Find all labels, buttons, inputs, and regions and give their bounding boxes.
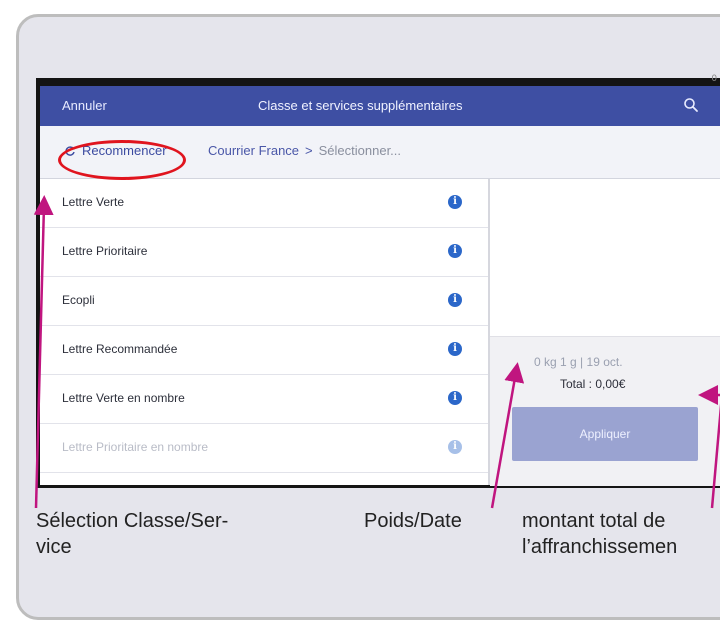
list-item-label: Lettre Prioritaire en nombre: [62, 440, 209, 454]
annotation-total: montant total de l’affranchissemen: [522, 508, 720, 560]
list-item-lettre-prioritaire-en-nombre[interactable]: Lettre Prioritaire en nombre i: [40, 424, 488, 473]
app-header: Annuler Classe et services supplémentair…: [40, 86, 720, 126]
list-item-lettre-prioritaire[interactable]: Lettre Prioritaire i: [40, 228, 488, 277]
date-value: 19 oct.: [586, 355, 623, 369]
annotation-selection-text: Sélection Classe/Ser- vice: [36, 510, 229, 558]
info-icon[interactable]: i: [448, 391, 462, 405]
list-item-label: Ecopli: [62, 293, 95, 307]
total-amount: Total : 0,00€: [560, 377, 626, 391]
list-item-lettre-recommandee[interactable]: Lettre Recommandée i: [40, 326, 488, 375]
annotation-weight-date: Poids/Date: [364, 508, 462, 534]
annotation-selection: Sélection Classe/Ser- vice: [36, 508, 276, 560]
list-item-label: Lettre Verte: [62, 195, 125, 209]
weight-date-readout: 0 kg 1 g | 19 oct.: [534, 355, 623, 369]
breadcrumb-separator: >: [305, 143, 313, 158]
page-title: Classe et services supplémentaires: [258, 98, 463, 113]
list-item-label: Lettre Verte en nombre: [62, 391, 185, 405]
breadcrumb-item-current: Sélectionner...: [318, 143, 402, 158]
summary-panel: 0 kg 1 g | 19 oct. Total : 0,00€ Appliqu…: [490, 336, 720, 486]
search-icon[interactable]: [682, 96, 700, 114]
breadcrumb-item-courrier-france[interactable]: Courrier France: [208, 143, 299, 158]
list-item-label: Lettre Prioritaire: [62, 244, 148, 258]
weight-value: 0 kg 1 g: [534, 355, 577, 369]
cancel-button[interactable]: Annuler: [62, 98, 107, 113]
info-icon[interactable]: i: [448, 440, 462, 454]
breadcrumb-trail: Courrier France > Sélectionner...: [208, 143, 401, 158]
info-icon[interactable]: i: [448, 342, 462, 356]
class-list: Lettre Verte i Lettre Prioritaire i Ecop…: [40, 179, 488, 485]
status-bar: 0 ▪: [36, 74, 720, 86]
info-icon[interactable]: i: [448, 195, 462, 209]
status-indicator: 0 ▪: [711, 74, 720, 84]
info-icon[interactable]: i: [448, 244, 462, 258]
tablet-screen: 0 ▪ Annuler Classe et services supplémen…: [36, 74, 720, 488]
info-icon[interactable]: i: [448, 293, 462, 307]
list-item-label: Lettre Recommandée: [62, 342, 178, 356]
highlight-circle: [58, 140, 186, 180]
list-item-lettre-verte[interactable]: Lettre Verte i: [40, 179, 488, 228]
list-item-ecopli[interactable]: Ecopli i: [40, 277, 488, 326]
apply-button[interactable]: Appliquer: [512, 407, 698, 461]
annotation-total-text: montant total de l’affranchissemen: [522, 510, 678, 558]
meta-separator: |: [580, 355, 584, 369]
list-item-lettre-verte-en-nombre[interactable]: Lettre Verte en nombre i: [40, 375, 488, 424]
annotation-weight-date-text: Poids/Date: [364, 510, 462, 532]
